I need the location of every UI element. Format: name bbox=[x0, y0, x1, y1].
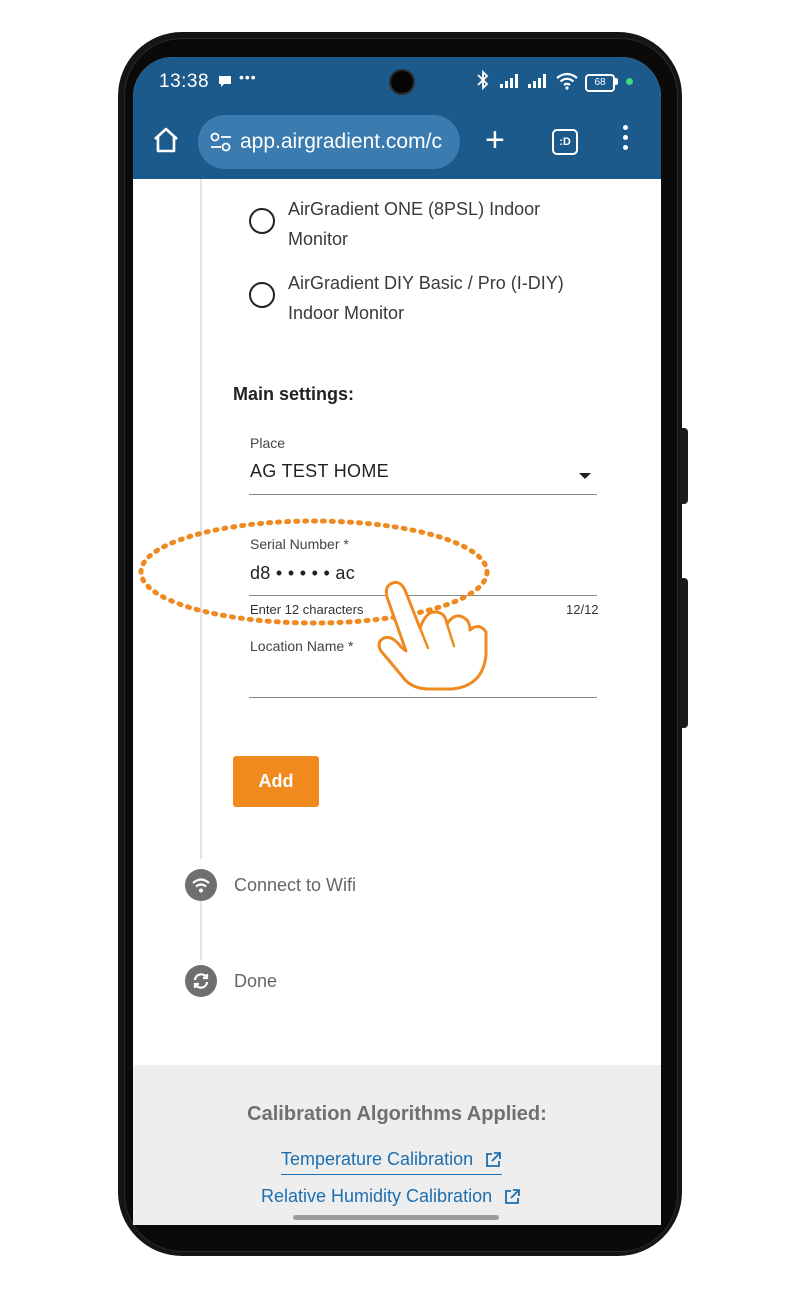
address-bar[interactable]: app.airgradient.com/c bbox=[198, 115, 460, 169]
humidity-calibration-label: Relative Humidity Calibration bbox=[261, 1186, 493, 1206]
stepper-line-2 bbox=[200, 894, 202, 960]
more-menu-icon[interactable] bbox=[623, 125, 629, 155]
wifi-status-icon bbox=[556, 72, 578, 90]
model-label-line1: AirGradient DIY Basic / Pro (I-DIY) bbox=[288, 273, 564, 293]
signal-icon bbox=[500, 74, 518, 88]
battery-tip bbox=[615, 78, 618, 85]
site-settings-icon[interactable] bbox=[210, 132, 232, 152]
radio-button[interactable] bbox=[249, 282, 275, 308]
url-text: app.airgradient.com/c bbox=[240, 130, 442, 153]
bluetooth-icon bbox=[477, 70, 489, 90]
serial-number-input[interactable]: d8 • • • • • ac bbox=[250, 563, 355, 584]
home-icon[interactable] bbox=[151, 125, 181, 155]
footer-title: Calibration Algorithms Applied: bbox=[247, 1103, 547, 1125]
browser-toolbar: app.airgradient.com/c + :D bbox=[133, 105, 661, 179]
more-notifications-icon: ••• bbox=[239, 69, 257, 85]
wifi-icon bbox=[192, 878, 210, 893]
serial-helper-text: Enter 12 characters bbox=[250, 602, 364, 617]
step-connect-wifi: Connect to Wifi bbox=[234, 875, 357, 895]
step-done: Done bbox=[234, 971, 278, 991]
battery-icon: 68 bbox=[585, 74, 615, 92]
place-underline bbox=[249, 494, 597, 495]
humidity-calibration-link[interactable]: Relative Humidity Calibration bbox=[261, 1186, 521, 1207]
status-bar: 13:38 ••• 68 bbox=[133, 57, 661, 105]
place-label: Place bbox=[250, 435, 286, 451]
step-circle-wifi bbox=[185, 869, 217, 901]
dropdown-arrow-icon[interactable] bbox=[579, 473, 591, 479]
model-label-line2: Monitor bbox=[288, 229, 349, 249]
place-select[interactable]: AG TEST HOME bbox=[250, 461, 389, 482]
front-camera bbox=[389, 69, 415, 95]
model-label-line1: AirGradient ONE (8PSL) Indoor bbox=[288, 199, 541, 219]
serial-char-count: 12/12 bbox=[566, 602, 599, 617]
external-link-icon bbox=[486, 1152, 502, 1168]
phone-screen: 13:38 ••• 68 app.airgradient.com/c +:D … bbox=[133, 57, 661, 1225]
status-time: 13:38 bbox=[159, 71, 210, 92]
tab-switcher-icon[interactable]: :D bbox=[552, 129, 578, 155]
power-button bbox=[680, 578, 688, 728]
sync-icon bbox=[193, 973, 209, 989]
serial-number-label: Serial Number * bbox=[250, 536, 349, 552]
location-underline bbox=[249, 697, 597, 698]
add-button[interactable]: Add bbox=[233, 756, 319, 807]
serial-underline bbox=[249, 595, 597, 596]
privacy-indicator bbox=[626, 78, 633, 85]
volume-button bbox=[680, 428, 688, 504]
calibration-footer: Calibration Algorithms Applied: Temperat… bbox=[133, 1065, 661, 1225]
step-circle-done bbox=[185, 965, 217, 997]
home-indicator[interactable] bbox=[293, 1215, 499, 1220]
page-content: AirGradient ONE (8PSL) Indoor Monitor Ai… bbox=[133, 179, 661, 1225]
location-name-input[interactable] bbox=[250, 663, 596, 691]
temperature-calibration-link[interactable]: Temperature Calibration bbox=[281, 1149, 503, 1175]
external-link-icon bbox=[505, 1189, 521, 1205]
location-name-label: Location Name * bbox=[250, 638, 354, 654]
model-label-line2: Indoor Monitor bbox=[288, 303, 405, 323]
new-tab-icon[interactable]: + bbox=[485, 123, 505, 157]
temperature-calibration-label: Temperature Calibration bbox=[281, 1149, 474, 1169]
radio-button[interactable] bbox=[249, 208, 275, 234]
chat-bubble-icon bbox=[219, 76, 231, 87]
stepper-line bbox=[200, 179, 202, 859]
signal-icon-2 bbox=[528, 74, 546, 88]
main-settings-title: Main settings: bbox=[233, 384, 355, 404]
